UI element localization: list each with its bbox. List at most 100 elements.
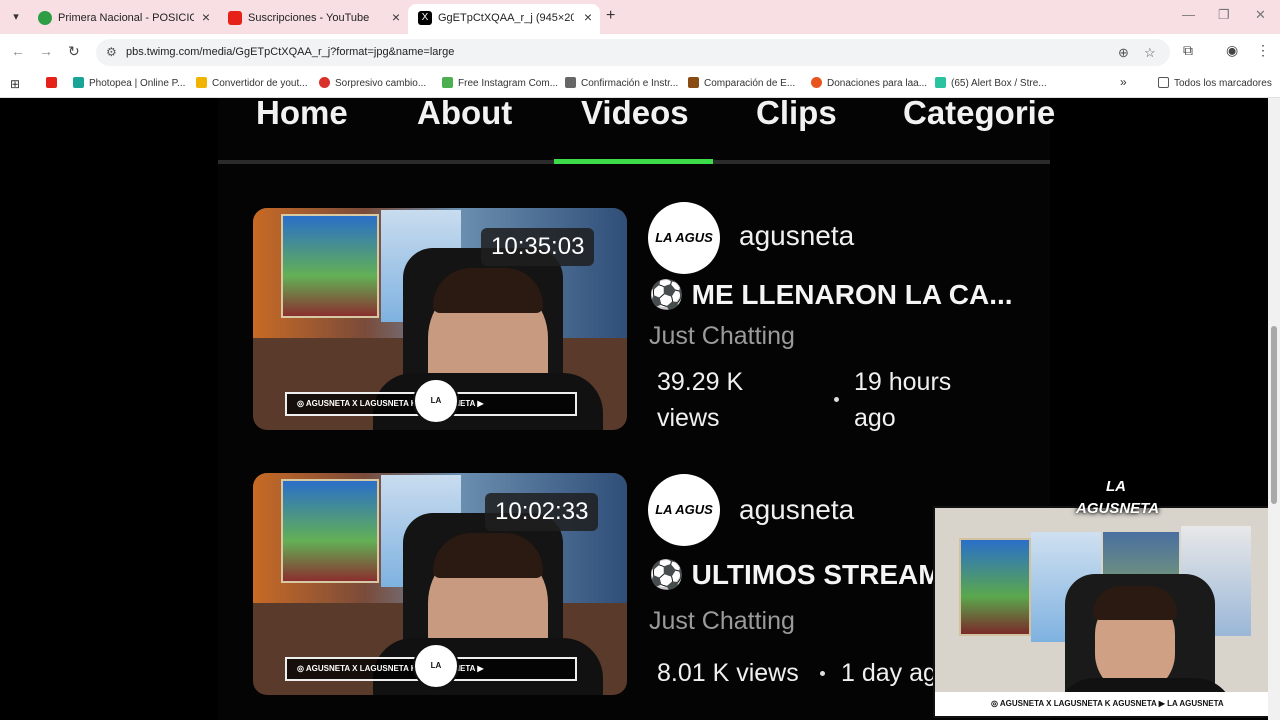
restore-icon[interactable]: ❐ [1218, 7, 1230, 23]
bookmark-label: Photopea | Online P... [89, 78, 186, 89]
bookmark-label: Comparación de E... [704, 78, 796, 89]
tab-youtube[interactable]: Suscripciones - YouTube × [218, 4, 408, 34]
image-viewport: Home About Videos Clips Categorie 10:35:… [0, 98, 1280, 720]
photopea-icon [73, 77, 84, 88]
forward-icon[interactable]: → [39, 43, 53, 59]
close-tab-icon[interactable]: × [392, 9, 400, 25]
video-title: ⚽ ULTIMOS STREAM [649, 559, 942, 590]
close-tab-icon[interactable]: × [202, 9, 210, 25]
bookmark-label: Todos los marcadores [1174, 78, 1272, 89]
new-tab-button[interactable]: + [606, 7, 615, 25]
video-duration: 10:02:33 [485, 493, 599, 531]
bookmark-sorpresivo[interactable]: Sorpresivo cambio... [319, 77, 426, 89]
avatar: LA AGUS [648, 474, 720, 546]
nav-active-indicator [554, 159, 713, 164]
views-count: 39.29 K [657, 368, 744, 396]
youtube-icon [228, 11, 242, 25]
reload-icon[interactable]: ↻ [68, 43, 80, 60]
tab-title: Primera Nacional - POSICIONES [58, 12, 194, 24]
channel-logo: LA [413, 643, 459, 689]
bookmark-convertidor[interactable]: Convertidor de yout... [196, 77, 308, 89]
bookmark-label: (65) Alert Box / Stre... [951, 78, 1047, 89]
minimize-icon[interactable]: — [1182, 7, 1195, 22]
avatar: LA AGUS [648, 202, 720, 274]
all-bookmarks-button[interactable]: Todos los marcadores [1158, 77, 1272, 89]
webcam-social-bar: ◎ AGUSNETA X LAGUSNETA K AGUSNETA ▶ LA A… [935, 692, 1278, 716]
address-bar[interactable]: ⚙ pbs.twimg.com/media/GgETpCtXQAA_r_j?fo… [96, 39, 1170, 66]
more-bookmarks-button[interactable]: » [1120, 75, 1127, 89]
instagram-tool-icon [442, 77, 453, 88]
video-views: 8.01 K views [657, 659, 799, 687]
folder-icon [1158, 77, 1169, 88]
apps-icon[interactable]: ⊞ [10, 77, 20, 91]
cam-poster [959, 538, 1031, 636]
webcam-overlay: ◎ AGUSNETA X LAGUSNETA K AGUSNETA ▶ LA A… [933, 506, 1280, 718]
nav-home: Home [256, 98, 348, 131]
bookmark-photopea[interactable]: Photopea | Online P... [73, 77, 185, 89]
nav-videos: Videos [581, 98, 689, 131]
bookmark-label: Convertidor de yout... [212, 78, 308, 89]
thumbnail-poster [281, 214, 379, 318]
thumbnail-poster [281, 479, 379, 583]
bookmark-label: Donaciones para laa... [827, 78, 928, 89]
video-category: Just Chatting [649, 322, 795, 350]
football-icon [38, 11, 52, 25]
profile-icon[interactable]: ◉ [1226, 42, 1238, 59]
extensions-icon[interactable]: ⧉ [1183, 42, 1193, 59]
bookmark-instagram[interactable]: Free Instagram Com... [442, 77, 558, 89]
scroll-thumb[interactable] [1271, 326, 1277, 504]
bookmark-confirmacion[interactable]: Confirmación e Instr... [565, 77, 678, 89]
bookmark-donaciones[interactable]: Donaciones para laa... [811, 77, 927, 89]
bookmark-comparacion[interactable]: Comparación de E... [688, 77, 795, 89]
toolbar: ← → ↻ ⚙ pbs.twimg.com/media/GgETpCtXQAA_… [0, 34, 1280, 70]
nav-categories: Categorie [903, 98, 1056, 131]
tab-image[interactable]: X GgETpCtXQAA_r_j (945×2048) × [408, 4, 600, 34]
views-label: views [657, 404, 720, 432]
menu-icon[interactable]: ⋮ [1256, 42, 1270, 59]
tab-primera-nacional[interactable]: Primera Nacional - POSICIONES × [28, 4, 218, 34]
video-duration: 10:35:03 [481, 228, 595, 266]
age-value: 19 hours [854, 368, 952, 396]
url-text[interactable]: pbs.twimg.com/media/GgETpCtXQAA_r_j?form… [126, 46, 454, 58]
bookmark-label: Confirmación e Instr... [581, 78, 679, 89]
close-tab-icon[interactable]: × [584, 9, 592, 25]
thumbnail-hair [433, 268, 543, 313]
youtube-icon [46, 77, 57, 88]
x-icon: X [418, 11, 432, 25]
cam-hair [1093, 586, 1177, 620]
video-age: 19 hours ago [854, 364, 951, 436]
tab-bar: ▾ Primera Nacional - POSICIONES × Suscri… [0, 0, 1280, 34]
video-category: Just Chatting [649, 607, 795, 635]
zoom-icon[interactable]: ⊕ [1118, 45, 1129, 61]
channel-name: agusneta [739, 220, 855, 251]
video-age: 1 day ag [841, 659, 937, 687]
tab-title: GgETpCtXQAA_r_j (945×2048) [438, 12, 574, 24]
nav-clips: Clips [756, 98, 837, 131]
bookmark-alertbox[interactable]: (65) Alert Box / Stre... [935, 77, 1047, 89]
age-label: ago [854, 404, 896, 432]
separator-dot [834, 397, 839, 402]
folder-icon [196, 77, 207, 88]
site-info-icon[interactable]: ⚙ [106, 45, 117, 59]
nav-about: About [417, 98, 513, 131]
bookmark-youtube[interactable] [46, 77, 62, 89]
close-window-icon[interactable]: ✕ [1255, 7, 1266, 23]
video-thumbnail: 10:35:03 ◎ AGUSNETA X LAGUSNETA K LA AGU… [253, 208, 627, 430]
cafecito-icon [811, 77, 822, 88]
tab-search-button[interactable]: ▾ [6, 7, 26, 27]
bookmarks-bar: ⊞ Photopea | Online P... Convertidor de … [0, 70, 1280, 98]
bookmark-star-icon[interactable]: ☆ [1144, 45, 1156, 61]
webcam-logo: LA AGUSNETA [1076, 478, 1160, 517]
streamelements-icon [935, 77, 946, 88]
scrollbar[interactable] [1268, 98, 1280, 720]
site-icon [688, 77, 699, 88]
channel-logo: LA [413, 378, 459, 424]
bookmark-label: Free Instagram Com... [458, 78, 559, 89]
separator-dot [820, 671, 825, 676]
back-icon[interactable]: ← [11, 43, 25, 59]
screenshot-image: Home About Videos Clips Categorie 10:35:… [218, 98, 1055, 720]
channel-name: agusneta [739, 494, 855, 525]
link-icon [565, 77, 576, 88]
thumbnail-hair [433, 533, 543, 578]
news-icon [319, 77, 330, 88]
